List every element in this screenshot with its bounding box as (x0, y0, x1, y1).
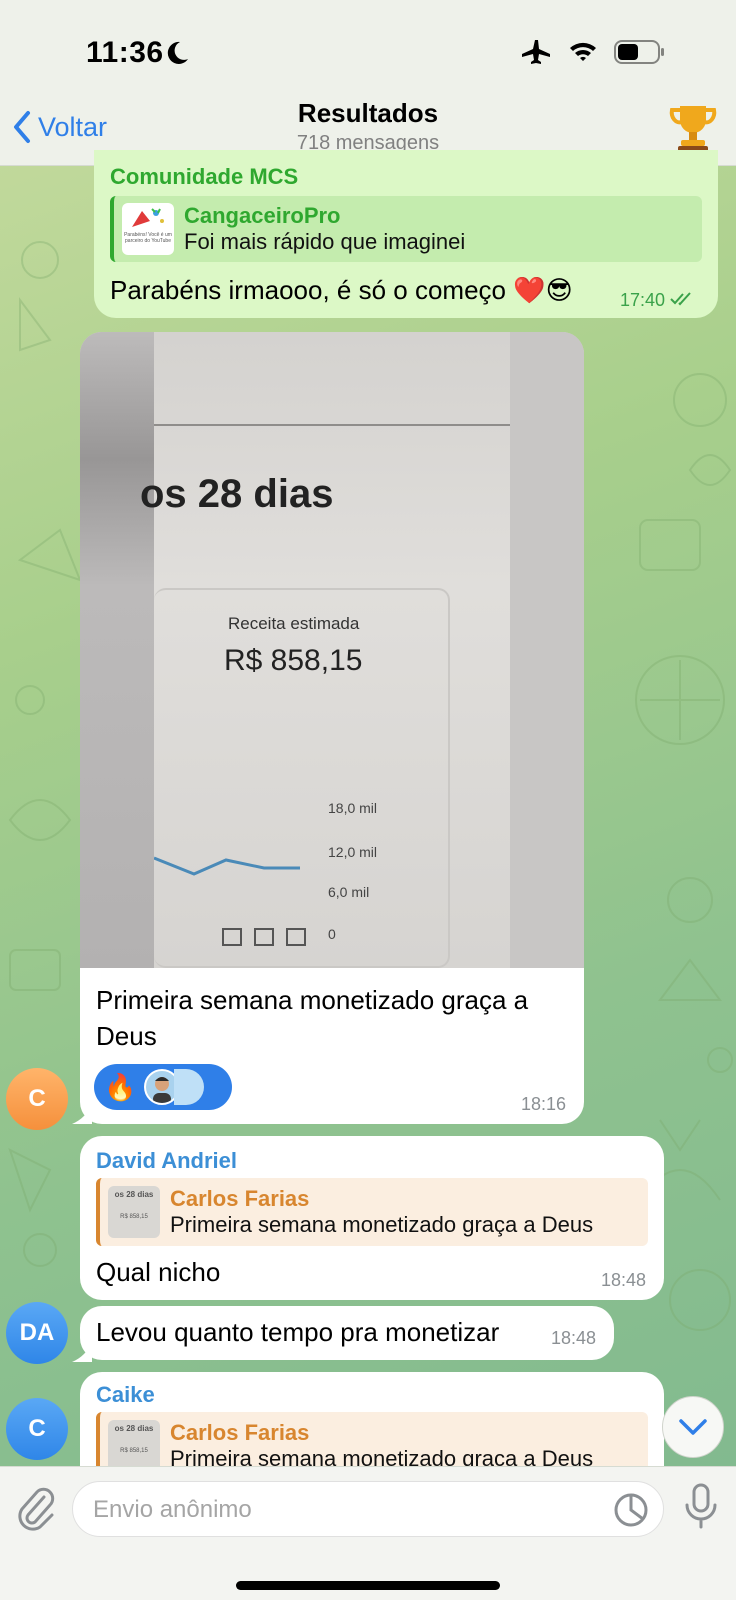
reply-preview[interactable]: os 28 dias R$ 858,15 Carlos Farias Prime… (96, 1178, 648, 1246)
message-text: Qual nicho (96, 1257, 221, 1287)
bubble-tail (72, 1104, 92, 1124)
message-bubble[interactable]: Levou quanto tempo pra monetizar 18:48 (80, 1306, 614, 1360)
message-bubble-outgoing[interactable]: Comunidade MCS Parabéns! Você é um parce… (94, 150, 718, 318)
reply-thumbnail-text: Parabéns! Você é um parceiro do YouTube (124, 232, 172, 244)
reply-text: Foi mais rápido que imaginei (184, 229, 466, 254)
attach-button[interactable] (16, 1487, 56, 1536)
reply-thumbnail-value: R$ 858,15 (120, 1214, 148, 1220)
reply-preview[interactable]: Parabéns! Você é um parceiro do YouTube … (110, 196, 702, 262)
message-input-bar (0, 1466, 736, 1600)
confetti-icon (132, 208, 164, 227)
avatar[interactable]: C (6, 1068, 68, 1130)
photo-tick: 12,0 mil (328, 844, 378, 860)
message-input[interactable] (72, 1481, 664, 1537)
reply-thumbnail-heading: os 28 dias (114, 1424, 154, 1433)
status-time: 11:36 (86, 36, 164, 69)
photo-line-graph (154, 856, 300, 876)
avatar[interactable]: DA (6, 1302, 68, 1364)
reply-title: Carlos Farias (170, 1420, 310, 1445)
message-sender: Comunidade MCS (110, 164, 299, 189)
reply-thumbnail: os 28 dias R$ 858,15 (108, 1186, 160, 1238)
photo-tick: 18,0 mil (328, 800, 378, 816)
message-sender: David Andriel (96, 1148, 237, 1173)
moon-icon (166, 40, 190, 71)
message-time: 18:16 (520, 1094, 566, 1114)
chat-title[interactable]: Resultados (0, 98, 736, 129)
sticker-icon (614, 1493, 648, 1527)
message-time: 18:48 (600, 1270, 646, 1290)
message-sender: Caike (96, 1382, 155, 1407)
message-text: Levou quanto tempo pra monetizar (96, 1317, 500, 1347)
reply-title: Carlos Farias (170, 1186, 310, 1211)
message-time: 17:40 (620, 290, 694, 311)
message-input-field[interactable] (93, 1492, 593, 1528)
photo-tick: 0 (328, 926, 336, 942)
message-time-label: 17:40 (619, 290, 665, 310)
message-text: Parabéns irmaooo, é só o começo ❤️😎 (110, 275, 573, 305)
wifi-icon (568, 40, 598, 69)
reaction-pill[interactable]: 🔥 (94, 1064, 232, 1110)
message-text: Primeira semana monetizado graça a Deus (96, 985, 529, 1051)
photo-tick: 6,0 mil (328, 884, 370, 900)
reply-thumbnail: Parabéns! Você é um parceiro do YouTube (122, 203, 174, 255)
double-check-icon (670, 292, 691, 306)
sticker-button[interactable] (613, 1492, 649, 1533)
paperclip-icon (18, 1487, 55, 1531)
avatar[interactable]: C (6, 1398, 68, 1460)
battery-icon (614, 39, 666, 70)
reply-thumbnail-value: R$ 858,15 (120, 1448, 148, 1454)
bubble-tail (72, 1342, 92, 1362)
message-time: 18:48 (550, 1328, 596, 1348)
microphone-button[interactable] (684, 1483, 718, 1534)
reactor-avatar-more (174, 1069, 205, 1105)
reply-title: CangaceiroPro (184, 203, 341, 228)
photo-play-icons (222, 928, 306, 946)
photo-heading: os 28 dias (140, 472, 334, 516)
fire-reaction: 🔥 (104, 1071, 137, 1102)
message-bubble-photo[interactable]: os 28 dias Receita estimada R$ 858,15 18… (80, 332, 584, 1124)
photo-label: Receita estimada (228, 614, 360, 633)
photo-attachment[interactable]: os 28 dias Receita estimada R$ 858,15 18… (80, 332, 584, 968)
home-indicator[interactable] (236, 1581, 500, 1590)
reply-text: Primeira semana monetizado graça a Deus (170, 1212, 594, 1237)
reply-thumbnail: os 28 dias R$ 858,15 (108, 1420, 160, 1472)
message-bubble[interactable]: David Andriel os 28 dias R$ 858,15 Carlo… (80, 1136, 664, 1300)
scroll-down-button[interactable] (662, 1396, 724, 1458)
photo-value: R$ 858,15 (224, 644, 363, 677)
reply-thumbnail-heading: os 28 dias (114, 1190, 154, 1199)
airplane-icon (522, 38, 552, 71)
microphone-icon (685, 1483, 717, 1529)
status-bar: 11:36 (0, 0, 736, 100)
chevron-down-icon (679, 1419, 707, 1435)
